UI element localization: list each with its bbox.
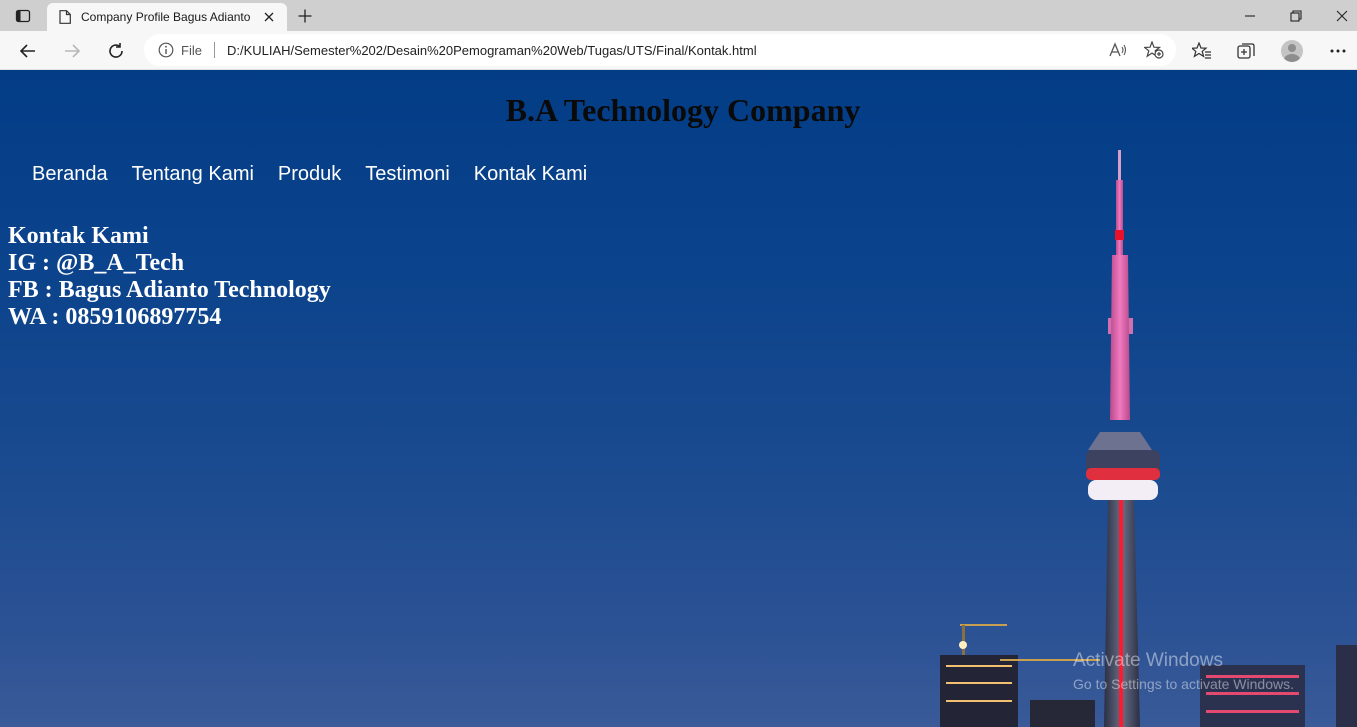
url-text[interactable]: D:/KULIAH/Semester%202/Desain%20Pemogram… — [227, 43, 757, 58]
page-icon — [59, 10, 71, 24]
address-bar[interactable]: File D:/KULIAH/Semester%202/Desain%20Pem… — [144, 34, 1176, 66]
settings-more-button[interactable] — [1322, 35, 1354, 67]
read-aloud-button[interactable] — [1106, 38, 1130, 62]
collections-button[interactable] — [1230, 35, 1262, 67]
browser-tab[interactable]: Company Profile Bagus Adianto — [47, 3, 287, 31]
contact-section: Kontak Kami IG : @B_A_Tech FB : Bagus Ad… — [8, 223, 331, 331]
tab-actions-button[interactable] — [0, 0, 46, 31]
restore-icon — [1290, 9, 1302, 22]
minimize-button[interactable] — [1227, 0, 1273, 31]
browser-toolbar: File D:/KULIAH/Semester%202/Desain%20Pem… — [0, 31, 1357, 70]
nav-link-kontak-kami[interactable]: Kontak Kami — [474, 163, 587, 186]
avatar — [1281, 40, 1303, 62]
address-separator — [213, 42, 215, 58]
collections-icon — [1237, 43, 1255, 59]
nav-link-produk[interactable]: Produk — [278, 163, 341, 186]
more-icon — [1330, 49, 1346, 53]
close-window-icon — [1336, 10, 1348, 21]
star-add-icon — [1144, 41, 1164, 59]
info-icon — [158, 42, 174, 58]
tab-actions-icon — [15, 9, 31, 22]
favorites-icon — [1192, 42, 1211, 59]
forward-button[interactable] — [56, 35, 88, 67]
read-aloud-icon — [1109, 42, 1127, 57]
tab-title: Company Profile Bagus Adianto — [81, 10, 251, 24]
nav-link-beranda[interactable]: Beranda — [32, 163, 108, 186]
add-favorite-button[interactable] — [1142, 38, 1166, 62]
activate-windows-watermark: Activate Windows Go to Settings to activ… — [1073, 650, 1294, 692]
file-label: File — [181, 42, 202, 58]
contact-whatsapp: WA : 0859106897754 — [8, 304, 222, 330]
contact-heading: Kontak Kami — [8, 223, 149, 249]
favorites-button[interactable] — [1186, 35, 1218, 67]
arrow-left-icon — [19, 44, 35, 58]
new-tab-button[interactable] — [292, 4, 318, 28]
contact-instagram: IG : @B_A_Tech — [8, 250, 185, 276]
main-nav: Beranda Tentang Kami Produk Testimoni Ko… — [32, 163, 611, 186]
tab-close-button[interactable] — [261, 9, 277, 25]
arrow-right-icon — [65, 44, 81, 58]
minimize-icon — [1245, 14, 1255, 17]
watermark-subtitle: Go to Settings to activate Windows. — [1073, 676, 1294, 692]
refresh-button[interactable] — [100, 35, 132, 67]
profile-button[interactable] — [1276, 35, 1308, 67]
contact-facebook: FB : Bagus Adianto Technology — [8, 277, 331, 303]
plus-icon — [298, 9, 312, 23]
browser-tab-bar: Company Profile Bagus Adianto — [0, 0, 1357, 31]
nav-link-tentang-kami[interactable]: Tentang Kami — [132, 163, 254, 186]
close-window-button[interactable] — [1319, 0, 1357, 31]
restore-button[interactable] — [1273, 0, 1319, 31]
watermark-title: Activate Windows — [1073, 650, 1223, 671]
close-icon — [264, 12, 274, 22]
back-button[interactable] — [12, 35, 44, 67]
nav-link-testimoni[interactable]: Testimoni — [365, 163, 449, 186]
site-title: B.A Technology Company — [505, 92, 861, 128]
refresh-icon — [109, 43, 123, 58]
page-viewport: B.A Technology Company Beranda Tentang K… — [0, 70, 1357, 727]
